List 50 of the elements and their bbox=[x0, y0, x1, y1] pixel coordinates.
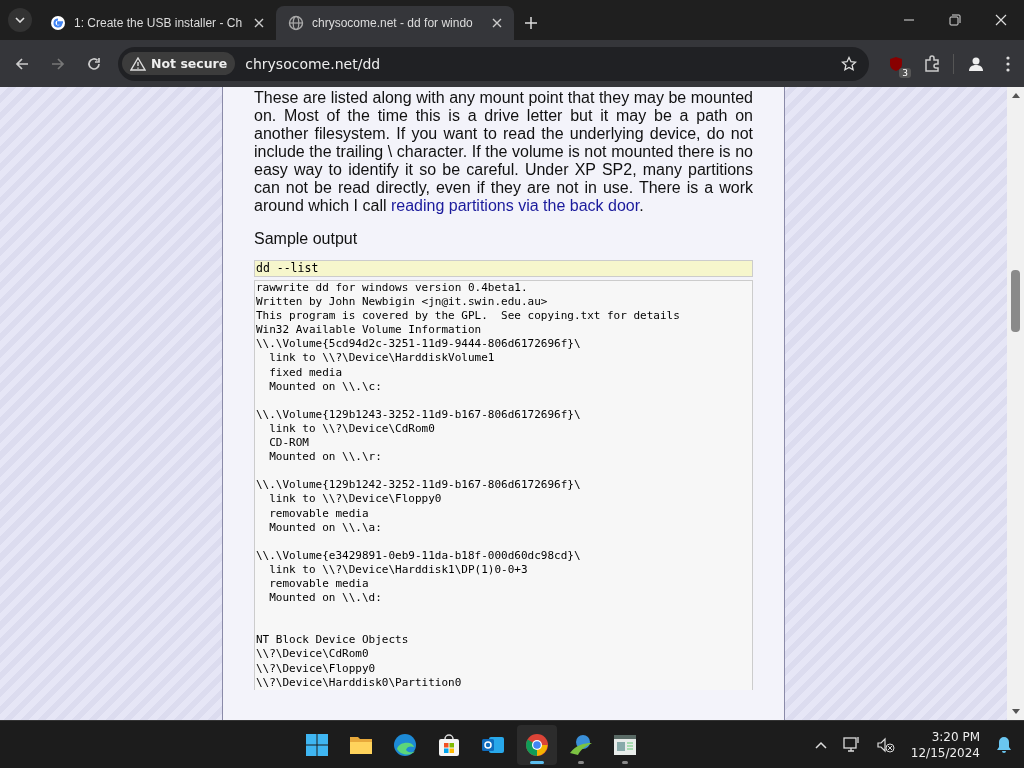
security-label: Not secure bbox=[151, 56, 228, 71]
chevron-up-icon[interactable] bbox=[814, 740, 827, 749]
google-icon bbox=[50, 15, 66, 31]
command-output: rawwrite dd for windows version 0.4beta1. Written by John Newbigin <jn@it.swin.edu.au> This program is covered by the GPL. See copying.txt for details Win32 Available Volume Information \\.\Volume{5cd94d2c-3251-11d9-9444-806d6172696f}\ link to \\?\Device\HarddiskVolume1 fixed media Mounted on \\.\c: \\.\Volume{129b1243-3252-11d9-b167-806d6172696f}\ link to \\?\Device\CdRom0 CD-ROM Mounted on \\.\r: \\.\Volume{129b1242-3252-11d9-b167-806d6172696f}\ link to \\?\Device\Floppy0 removable media Mounted on \\.\a: \\.\Volume{e3429891-0eb9-11da-b18f-000d60dc98cd}\ link to \\?\Device\Harddisk1\DP(1)0-0+3 removable media Mounted on \\.\d: NT Block Device Objects \\?\Device\CdRom0 \\?\Device\Floppy0 \\?\Device\Harddisk0\Partition0 bbox=[254, 280, 753, 690]
chrome-icon bbox=[525, 732, 550, 757]
scroll-thumb[interactable] bbox=[1011, 270, 1020, 332]
new-tab-icon[interactable] bbox=[524, 16, 538, 30]
tab-title: 1: Create the USB installer - Ch bbox=[74, 16, 244, 30]
chevron-down-icon bbox=[15, 17, 25, 23]
star-icon[interactable] bbox=[841, 55, 857, 72]
scroll-up-icon[interactable] bbox=[1011, 93, 1020, 98]
taskbar-app[interactable] bbox=[517, 724, 558, 765]
url-text: chrysocome.net/dd bbox=[245, 55, 382, 72]
date-text: 12/15/2024 bbox=[910, 744, 980, 761]
close-icon[interactable] bbox=[995, 14, 1007, 26]
swirl-icon bbox=[393, 732, 418, 757]
running-indicator bbox=[530, 760, 545, 764]
scroll-down-icon[interactable] bbox=[1011, 709, 1020, 714]
clock[interactable]: 3:20 PM 12/15/2024 bbox=[910, 728, 980, 761]
windows-logo-icon bbox=[305, 732, 330, 757]
extension-badge: 3 bbox=[899, 67, 911, 78]
close-icon[interactable] bbox=[492, 18, 502, 28]
muted-speaker-icon[interactable] bbox=[876, 736, 895, 753]
back-icon[interactable] bbox=[14, 55, 30, 72]
puzzle-icon[interactable] bbox=[923, 54, 941, 73]
bell-icon[interactable] bbox=[996, 735, 1012, 754]
tab-search-button[interactable] bbox=[8, 8, 32, 32]
browser-tab[interactable]: chrysocome.net - dd for windo bbox=[276, 6, 514, 40]
address-bar[interactable]: Not secure chrysocome.net/dd bbox=[118, 46, 869, 81]
app-window-icon bbox=[613, 733, 638, 756]
running-indicator bbox=[622, 760, 629, 764]
tab-title: chrysocome.net - dd for windo bbox=[312, 16, 474, 30]
browser-tab[interactable]: 1: Create the USB installer - Ch bbox=[38, 6, 276, 40]
shopping-bag-icon bbox=[437, 732, 462, 757]
link[interactable]: reading partitions via the back door bbox=[390, 197, 640, 214]
paragraph: These are listed along with any mount point that they may be mounted on. Most of the time this is a drive letter but it may be a path on another filesystem. If you want to read the underlying device, do not include the trailing \ character. If the volume is not mounted there is no easy way to identify it so be careful. Under XP SP2, many partitions can not be read directly, even if they are not in use. There is a work around which I call reading partitions via the back door. bbox=[254, 89, 753, 215]
warning-icon bbox=[130, 56, 146, 71]
security-chip[interactable]: Not secure bbox=[122, 52, 236, 75]
forward-icon[interactable] bbox=[50, 55, 66, 72]
globe-arrow-icon bbox=[569, 732, 594, 757]
section-heading: Sample output bbox=[254, 230, 359, 248]
running-indicator bbox=[578, 760, 585, 764]
restore-icon[interactable] bbox=[949, 14, 961, 26]
close-icon[interactable] bbox=[254, 18, 264, 28]
scrollbar[interactable] bbox=[1007, 87, 1024, 720]
menu-icon[interactable] bbox=[1006, 55, 1010, 72]
globe-icon bbox=[288, 15, 304, 31]
time-text: 3:20 PM bbox=[931, 728, 980, 745]
reload-icon[interactable] bbox=[86, 55, 102, 72]
network-icon[interactable] bbox=[842, 735, 861, 754]
